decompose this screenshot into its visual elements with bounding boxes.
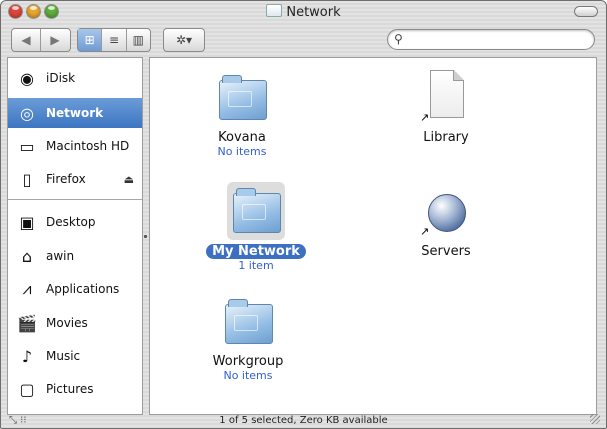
sidebar-item-applications[interactable]: ⩘ Applications xyxy=(8,274,142,304)
item-my-network[interactable]: My Network 1 item xyxy=(186,182,326,272)
globe-icon xyxy=(428,194,466,232)
sidebar-item-label: awin xyxy=(46,249,75,263)
sidebar-item-macintosh-hd[interactable]: ▭ Macintosh HD xyxy=(8,131,142,161)
sidebar-item-label: Macintosh HD xyxy=(46,139,130,153)
sidebar-item-label: Network xyxy=(46,106,104,120)
sidebar-item-label: Movies xyxy=(46,316,88,330)
column-view-icon: ▥ xyxy=(132,33,144,47)
item-info: No items xyxy=(223,369,273,382)
folder-icon[interactable] xyxy=(216,72,268,124)
sidebar-item-pictures[interactable]: ▢ Pictures xyxy=(8,374,142,404)
gear-icon: ✲▾ xyxy=(175,33,193,47)
item-info: No items xyxy=(217,145,267,158)
item-name: Kovana xyxy=(218,130,266,145)
desktop-icon: ▣ xyxy=(19,212,35,232)
idisk-icon: ◉ xyxy=(20,68,34,88)
music-icon: ♪ xyxy=(21,346,33,366)
back-arrow-icon: ◀ xyxy=(21,33,31,47)
action-button[interactable]: ✲▾ xyxy=(164,29,204,51)
splitter-handle[interactable] xyxy=(144,235,147,238)
icon-view-button[interactable]: ⊞ xyxy=(78,29,103,51)
finder-window: Network ◀ ▶ ⊞ ≡ ▥ ✲▾ ⚲ ◉ iDisk ◎ Network xyxy=(0,0,607,429)
toolbar-toggle-button[interactable] xyxy=(574,6,598,17)
sidebar-item-label: Pictures xyxy=(46,382,94,396)
sidebar: ◉ iDisk ◎ Network ▭ Macintosh HD ▯ Firef… xyxy=(7,57,143,415)
folder-icon-shape xyxy=(219,75,267,120)
window-title-text: Network xyxy=(286,5,341,20)
search-input[interactable] xyxy=(408,31,588,48)
pictures-icon: ▢ xyxy=(19,379,35,399)
alias-arrow-icon: ↗ xyxy=(420,225,430,238)
sidebar-item-movies[interactable]: 🎬 Movies xyxy=(8,308,142,338)
sidebar-item-music[interactable]: ♪ Music xyxy=(8,341,142,371)
item-servers[interactable]: ↗ Servers xyxy=(376,186,516,259)
applications-icon: ⩘ xyxy=(22,279,32,298)
back-button[interactable]: ◀ xyxy=(12,29,41,51)
list-view-button[interactable]: ≡ xyxy=(102,29,127,51)
item-name: Servers xyxy=(421,244,471,259)
item-info: 1 item xyxy=(238,259,274,272)
column-view-button[interactable]: ▥ xyxy=(127,29,150,51)
sidebar-item-label: Applications xyxy=(46,282,120,296)
toolbar: ◀ ▶ ⊞ ≡ ▥ ✲▾ ⚲ xyxy=(1,23,606,57)
folder-icon[interactable] xyxy=(227,182,285,240)
item-workgroup[interactable]: Workgroup No items xyxy=(178,296,318,382)
hard-drive-icon: ▭ xyxy=(19,136,35,156)
alias-globe-icon[interactable]: ↗ xyxy=(420,186,472,238)
sidebar-divider xyxy=(8,199,142,200)
view-buttons: ⊞ ≡ ▥ xyxy=(77,28,151,52)
alias-document-icon[interactable]: ↗ xyxy=(420,68,472,124)
sidebar-splitter[interactable] xyxy=(142,57,148,413)
action-menu[interactable]: ✲▾ xyxy=(163,28,205,52)
sidebar-item-label: Desktop xyxy=(46,215,96,229)
item-name[interactable]: My Network xyxy=(206,244,306,259)
sidebar-item-awin[interactable]: ⌂ awin xyxy=(8,241,142,271)
nav-buttons: ◀ ▶ xyxy=(11,28,71,52)
sidebar-item-label: Firefox xyxy=(46,172,86,186)
sidebar-item-label: iDisk xyxy=(46,71,76,85)
icon-view-icon: ⊞ xyxy=(84,33,95,47)
search-icon: ⚲ xyxy=(394,32,403,46)
sidebar-item-desktop[interactable]: ▣ Desktop xyxy=(8,207,142,237)
resize-handle-icon[interactable] xyxy=(590,414,600,424)
status-text: 1 of 5 selected, Zero KB available xyxy=(219,415,388,426)
document-icon xyxy=(430,70,464,118)
home-icon: ⌂ xyxy=(21,246,33,266)
sidebar-item-idisk[interactable]: ◉ iDisk xyxy=(8,63,142,93)
status-bar: ⤡ ⁝⁝ 1 of 5 selected, Zero KB available xyxy=(1,413,606,428)
item-name: Workgroup xyxy=(212,354,284,369)
item-name: Library xyxy=(423,130,469,145)
item-library[interactable]: ↗ Library xyxy=(376,68,516,145)
item-kovana[interactable]: Kovana No items xyxy=(172,72,312,158)
sidebar-item-firefox[interactable]: ▯ Firefox ⏏ xyxy=(8,164,142,194)
window-title: Network xyxy=(1,4,606,20)
folder-icon[interactable] xyxy=(222,296,274,348)
network-folder-icon xyxy=(266,4,283,17)
forward-button[interactable]: ▶ xyxy=(41,29,69,51)
search-field[interactable]: ⚲ xyxy=(387,29,595,50)
forward-arrow-icon: ▶ xyxy=(50,33,60,47)
list-view-icon: ≡ xyxy=(108,33,120,47)
network-globe-icon: ◎ xyxy=(20,103,34,123)
sidebar-item-network[interactable]: ◎ Network xyxy=(8,98,142,128)
sidebar-item-label: Music xyxy=(46,349,81,363)
alias-arrow-icon: ↗ xyxy=(420,111,430,124)
folder-icon-shape xyxy=(225,299,273,344)
title-bar[interactable]: Network xyxy=(1,1,606,23)
movies-icon: 🎬 xyxy=(17,313,37,333)
folder-icon-shape xyxy=(233,188,281,233)
file-browser: Kovana No items ↗ Library My Network 1 i… xyxy=(149,57,597,415)
eject-icon[interactable]: ⏏ xyxy=(124,173,134,186)
grip-icon[interactable]: ⤡ ⁝⁝ xyxy=(9,413,27,428)
disk-image-icon: ▯ xyxy=(22,169,32,189)
